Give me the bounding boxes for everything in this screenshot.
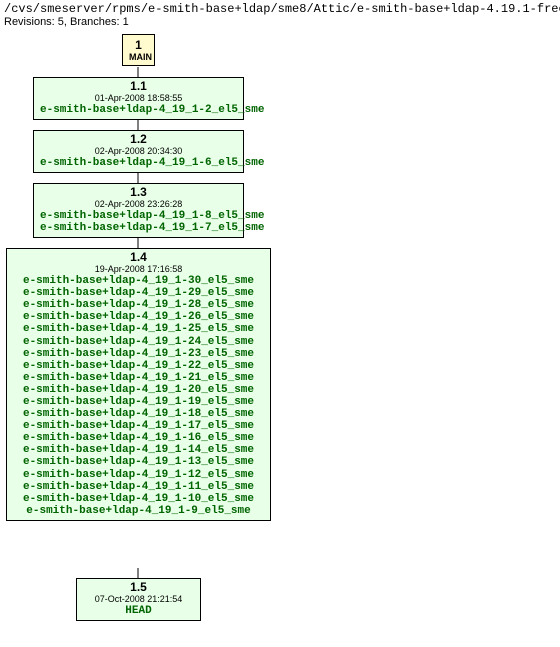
head-label: HEAD [83, 605, 194, 617]
revision-date: 01-Apr-2008 18:58:55 [40, 94, 237, 104]
revision-version: 1.1 [40, 80, 237, 93]
revision-date: 19-Apr-2008 17:16:58 [13, 265, 264, 275]
revision-graph: 1 MAIN 1.1 01-Apr-2008 18:58:55 e-smith-… [0, 32, 560, 642]
revision-tag: e-smith-base+ldap-4_19_1-25_el5_sme [13, 323, 264, 335]
branch-number: 1 [129, 38, 148, 52]
revision-tag: e-smith-base+ldap-4_19_1-22_el5_sme [13, 360, 264, 372]
revision-tag: e-smith-base+ldap-4_19_1-18_el5_sme [13, 408, 264, 420]
revision-tag: e-smith-base+ldap-4_19_1-16_el5_sme [13, 432, 264, 444]
revision-tag: e-smith-base+ldap-4_19_1-9_el5_sme [13, 505, 264, 517]
revision-tag: e-smith-base+ldap-4_19_1-29_el5_sme [13, 287, 264, 299]
revision-tag: e-smith-base+ldap-4_19_1-7_el5_sme [40, 222, 237, 234]
revision-tag: e-smith-base+ldap-4_19_1-23_el5_sme [13, 348, 264, 360]
revision-tag: e-smith-base+ldap-4_19_1-26_el5_sme [13, 311, 264, 323]
revision-node-1-4[interactable]: 1.4 19-Apr-2008 17:16:58 e-smith-base+ld… [6, 248, 271, 521]
revision-version: 1.4 [13, 251, 264, 264]
file-path: /cvs/smeserver/rpms/e-smith-base+ldap/sm… [0, 0, 560, 16]
revision-node-1-1[interactable]: 1.1 01-Apr-2008 18:58:55 e-smith-base+ld… [33, 77, 244, 120]
revision-version: 1.2 [40, 133, 237, 146]
revision-node-1-5[interactable]: 1.5 07-Oct-2008 21:21:54 HEAD [76, 578, 201, 621]
revision-node-1-3[interactable]: 1.3 02-Apr-2008 23:26:28 e-smith-base+ld… [33, 183, 244, 238]
revision-tag: e-smith-base+ldap-4_19_1-13_el5_sme [13, 456, 264, 468]
revision-version: 1.3 [40, 186, 237, 199]
revision-tag: e-smith-base+ldap-4_19_1-17_el5_sme [13, 420, 264, 432]
revision-tag: e-smith-base+ldap-4_19_1-8_el5_sme [40, 210, 237, 222]
revision-tag: e-smith-base+ldap-4_19_1-28_el5_sme [13, 299, 264, 311]
revision-tag: e-smith-base+ldap-4_19_1-24_el5_sme [13, 336, 264, 348]
revision-date: 07-Oct-2008 21:21:54 [83, 595, 194, 605]
revision-tag: e-smith-base+ldap-4_19_1-30_el5_sme [13, 275, 264, 287]
revision-tag: e-smith-base+ldap-4_19_1-6_el5_sme [40, 157, 237, 169]
revisions-summary: Revisions: 5, Branches: 1 [0, 16, 560, 32]
revision-tag: e-smith-base+ldap-4_19_1-12_el5_sme [13, 469, 264, 481]
revision-tag: e-smith-base+ldap-4_19_1-2_el5_sme [40, 104, 237, 116]
revision-node-1-2[interactable]: 1.2 02-Apr-2008 20:34:30 e-smith-base+ld… [33, 130, 244, 173]
revision-tag: e-smith-base+ldap-4_19_1-11_el5_sme [13, 481, 264, 493]
revision-tag: e-smith-base+ldap-4_19_1-10_el5_sme [13, 493, 264, 505]
revision-tag: e-smith-base+ldap-4_19_1-19_el5_sme [13, 396, 264, 408]
revision-date: 02-Apr-2008 20:34:30 [40, 147, 237, 157]
revision-tag: e-smith-base+ldap-4_19_1-20_el5_sme [13, 384, 264, 396]
revision-version: 1.5 [83, 581, 194, 594]
branch-node-main[interactable]: 1 MAIN [122, 34, 155, 66]
revision-tag: e-smith-base+ldap-4_19_1-21_el5_sme [13, 372, 264, 384]
revision-date: 02-Apr-2008 23:26:28 [40, 200, 237, 210]
revision-tag: e-smith-base+ldap-4_19_1-14_el5_sme [13, 444, 264, 456]
branch-name: MAIN [129, 52, 148, 62]
